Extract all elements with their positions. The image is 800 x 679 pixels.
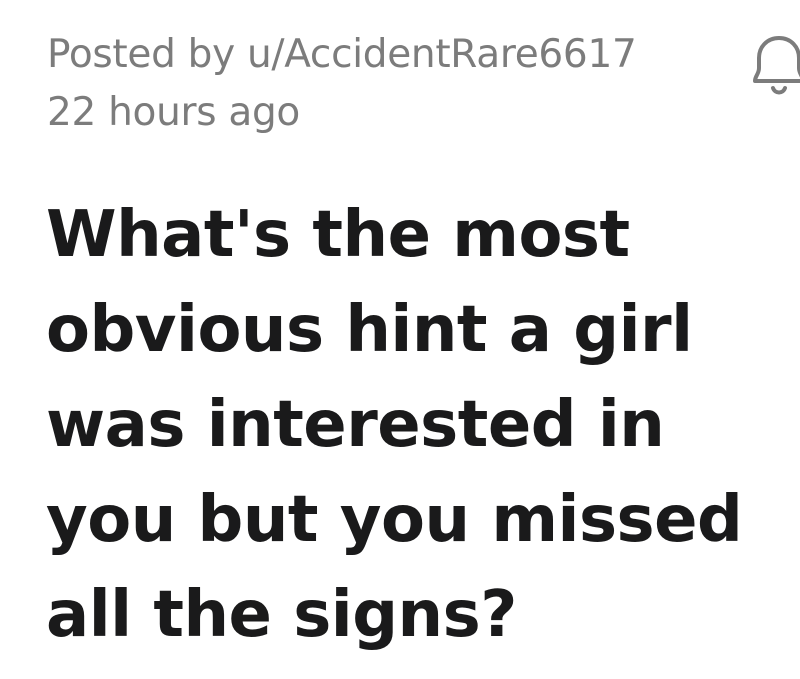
- post-header: Posted by u/AccidentRare6617 22 hours ag…: [47, 26, 737, 142]
- notification-bell-button[interactable]: [745, 26, 800, 106]
- post-title[interactable]: What's the most obvious hint a girl was …: [46, 188, 786, 663]
- bell-icon: [753, 36, 800, 95]
- posted-by-author[interactable]: Posted by u/AccidentRare6617: [47, 26, 737, 84]
- post-timestamp: 22 hours ago: [47, 90, 300, 135]
